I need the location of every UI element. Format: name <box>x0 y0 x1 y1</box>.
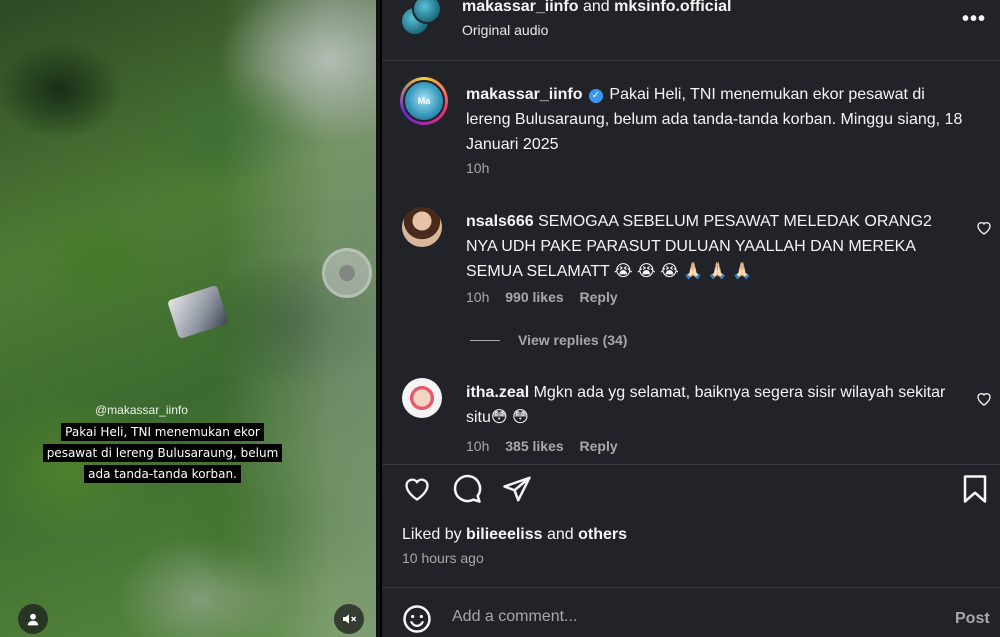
reply-button[interactable]: Reply <box>580 289 618 305</box>
collab-usernames: makassar_iinfo and mksinfo.official <box>462 0 731 16</box>
tagged-users-button[interactable] <box>18 604 48 634</box>
user-icon <box>27 613 39 626</box>
and-label: and <box>582 0 610 15</box>
video-player[interactable]: @makassar_iinfo Pakai Heli, TNI menemuka… <box>0 0 380 637</box>
heart-icon[interactable] <box>402 475 432 503</box>
comment-time: 10h <box>466 289 490 305</box>
heart-icon[interactable] <box>976 220 992 236</box>
emoji-icon[interactable] <box>402 604 432 634</box>
video-fog <box>220 0 380 637</box>
others-link[interactable]: others <box>578 526 627 543</box>
comment-likes[interactable]: 385 likes <box>505 438 563 454</box>
username-link[interactable]: makassar_iinfo <box>462 0 579 15</box>
comment-input[interactable] <box>452 608 902 626</box>
comment-time: 10h <box>466 438 490 454</box>
username-link[interactable]: mksinfo.official <box>614 0 731 15</box>
comment-likes[interactable]: 990 likes <box>505 289 563 305</box>
view-replies-label: View replies (34) <box>518 332 628 348</box>
heart-icon[interactable] <box>976 391 992 407</box>
reply-button[interactable]: Reply <box>580 438 618 454</box>
divider <box>382 60 1000 61</box>
username-link[interactable]: bilieeeliss <box>466 526 543 543</box>
post-panel: makassar_iinfo and mksinfo.official Orig… <box>382 0 1000 637</box>
comment-body: Mgkn ada yg selamat, baiknya segera sisi… <box>466 384 946 426</box>
post-header: makassar_iinfo and mksinfo.official Orig… <box>382 0 1000 60</box>
video-caption-text: Pakai Heli, TNI menemukan ekor pesawat d… <box>42 423 283 483</box>
video-caption: Pakai Heli, TNI menemukan ekor pesawat d… <box>40 422 285 485</box>
video-scrub-handle[interactable] <box>322 248 372 298</box>
share-icon[interactable] <box>502 474 532 504</box>
username-link[interactable]: nsals666 <box>466 213 534 230</box>
liked-by-and: and <box>547 526 574 543</box>
comment-text: itha.zeal Mgkn ada yg selamat, baiknya s… <box>466 380 946 430</box>
username-link[interactable]: itha.zeal <box>466 384 529 401</box>
comment-bar: Post <box>382 588 1000 637</box>
liked-by-prefix: Liked by <box>402 526 462 543</box>
avatar <box>412 0 442 24</box>
speaker-muted-icon <box>343 614 357 624</box>
post-caption: makassar_iinfo ✓ Pakai Heli, TNI menemuk… <box>466 82 966 157</box>
post-time: 10 hours ago <box>402 550 484 566</box>
avatar[interactable] <box>402 378 442 418</box>
comment-meta: 10h 385 likes Reply <box>466 438 618 454</box>
avatar-logo: Ma <box>403 80 445 122</box>
view-replies-button[interactable]: View replies (34) <box>470 332 627 348</box>
bookmark-icon[interactable] <box>962 474 988 504</box>
username-link[interactable]: makassar_iinfo <box>466 86 583 103</box>
replies-line <box>470 340 500 341</box>
caption-time: 10h <box>466 160 490 176</box>
comment-meta: 10h 990 likes Reply <box>466 289 618 305</box>
verified-badge-icon: ✓ <box>588 89 603 103</box>
comment-icon[interactable] <box>452 474 482 504</box>
comment-body: SEMOGAA SEBELUM PESAWAT MELEDAK ORANG2 N… <box>466 213 932 280</box>
collab-avatars[interactable] <box>400 0 444 44</box>
avatar[interactable]: Ma <box>400 77 448 125</box>
more-options-button[interactable]: ••• <box>962 8 986 31</box>
comment-text: nsals666 SEMOGAA SEBELUM PESAWAT MELEDAK… <box>466 209 946 284</box>
video-edge <box>376 0 380 637</box>
avatar[interactable] <box>402 207 442 247</box>
divider <box>382 464 1000 465</box>
more-horizontal-icon: ••• <box>962 8 987 30</box>
video-watermark: @makassar_iinfo <box>95 403 188 417</box>
liked-by: Liked by bilieeeliss and others <box>402 526 627 544</box>
post-button[interactable]: Post <box>955 610 990 628</box>
mute-button[interactable] <box>334 604 364 634</box>
audio-link[interactable]: Original audio <box>462 22 548 38</box>
